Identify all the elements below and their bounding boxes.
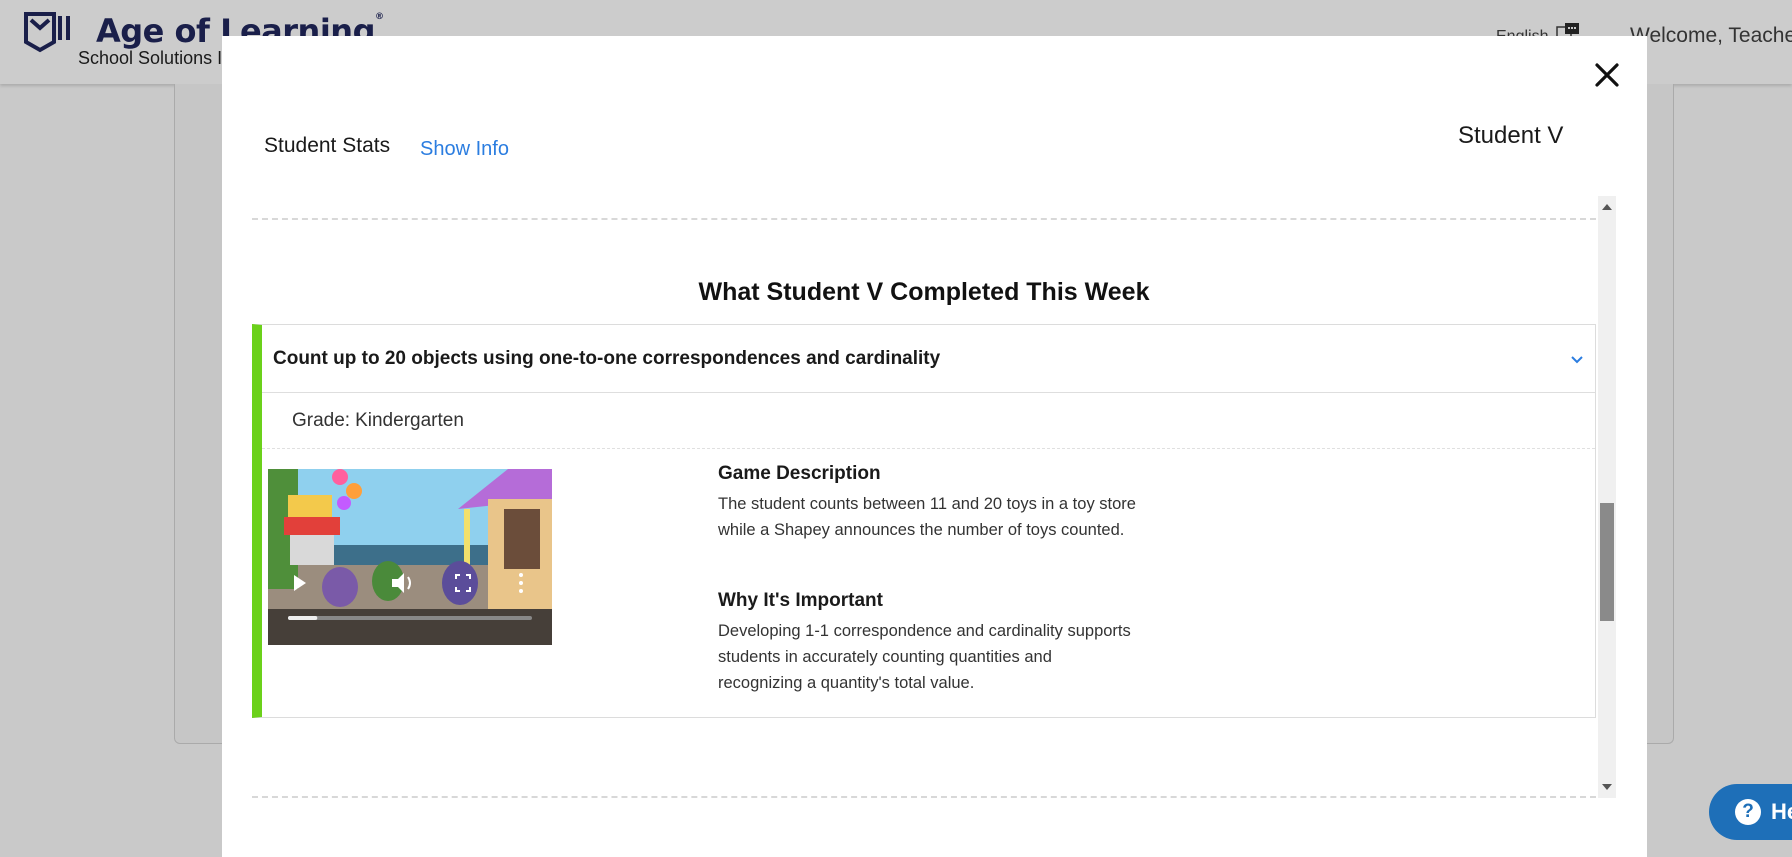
skill-card: Count up to 20 objects using one-to-one … — [252, 324, 1596, 718]
student-stats-modal: Student Stats Show Info Student V What S… — [222, 36, 1647, 857]
importance-text: Developing 1-1 correspondence and cardin… — [718, 622, 1131, 692]
divider — [252, 218, 1596, 220]
grade-value: Kindergarten — [355, 409, 464, 431]
game-description-heading: Game Description — [718, 463, 881, 484]
video-progress-track[interactable] — [288, 616, 532, 620]
importance-heading: Why It's Important — [718, 590, 883, 611]
question-mark-icon: ? — [1735, 799, 1761, 825]
chevron-down-icon[interactable] — [1569, 351, 1585, 367]
help-button-label: He — [1771, 799, 1792, 824]
scroll-down-arrow-icon[interactable] — [1602, 784, 1612, 790]
grade-label: Grade: — [292, 409, 351, 431]
game-description-text: The student counts between 11 and 20 toy… — [718, 495, 1136, 539]
divider — [252, 796, 1596, 798]
more-options-icon[interactable] — [519, 573, 523, 593]
scrollbar-thumb[interactable] — [1600, 503, 1614, 621]
video-progress-fill — [288, 616, 318, 620]
grade-row: Grade: Kindergarten — [262, 393, 1595, 449]
importance-block: Why It's Important Developing 1-1 corres… — [718, 590, 1138, 696]
modal-scroll-area[interactable]: What Student V Completed This Week Count… — [252, 196, 1616, 836]
skill-title: Count up to 20 objects using one-to-one … — [273, 347, 941, 369]
scroll-up-arrow-icon[interactable] — [1602, 204, 1612, 210]
welcome-message[interactable]: Welcome, Teacher — [1630, 24, 1792, 48]
section-title: What Student V Completed This Week — [698, 278, 1150, 306]
close-icon[interactable] — [1592, 60, 1622, 90]
student-name: Student V — [1458, 122, 1564, 149]
logo-subtitle: School Solutions I — [78, 48, 223, 68]
game-description-block: Game Description The student counts betw… — [718, 463, 1138, 543]
game-video-player[interactable] — [268, 469, 552, 645]
skill-header[interactable]: Count up to 20 objects using one-to-one … — [262, 325, 1595, 393]
help-button[interactable]: ? He — [1709, 784, 1792, 840]
vertical-scrollbar[interactable] — [1598, 196, 1616, 798]
tab-student-stats[interactable]: Student Stats — [264, 134, 390, 158]
show-info-link[interactable]: Show Info — [420, 138, 509, 161]
video-thumbnail — [268, 469, 552, 645]
